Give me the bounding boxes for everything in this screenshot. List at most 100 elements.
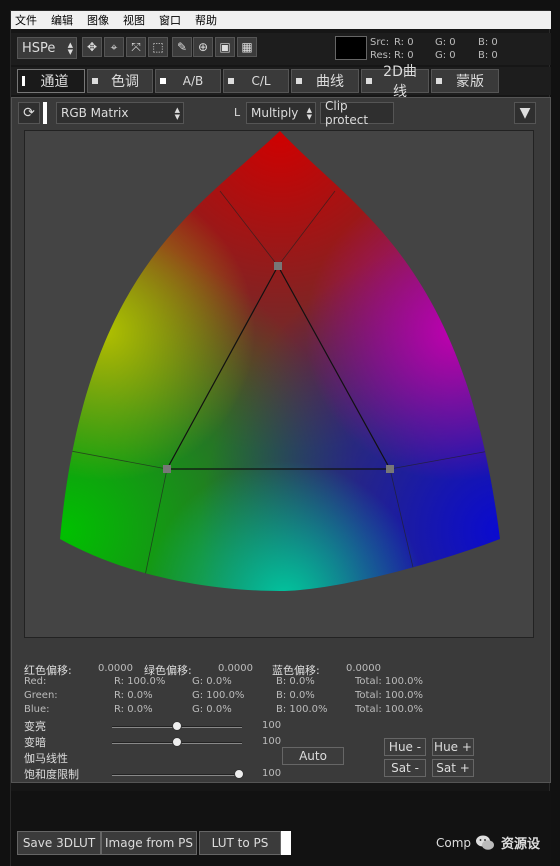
red-offset-value: 0.0000 bbox=[98, 663, 133, 674]
wechat-icon bbox=[476, 835, 495, 850]
expand-icon[interactable]: ⤧ bbox=[126, 37, 146, 57]
menu-window[interactable]: 窗口 bbox=[159, 12, 181, 28]
gamma-linear-label: 伽马线性 bbox=[24, 752, 68, 765]
darken-slider[interactable] bbox=[112, 737, 242, 747]
menu-help[interactable]: 帮助 bbox=[195, 12, 217, 28]
menu-edit[interactable]: 编辑 bbox=[51, 12, 73, 28]
brighten-label: 变亮 bbox=[24, 720, 46, 733]
watermark-brand: 资源设 bbox=[501, 837, 541, 852]
menu-image[interactable]: 图像 bbox=[87, 12, 109, 28]
tab-ab[interactable]: A/B bbox=[155, 69, 221, 93]
fit-icon[interactable]: ▣ bbox=[215, 37, 235, 57]
res-readout-label: Res: bbox=[370, 50, 392, 61]
color-swatch bbox=[335, 36, 367, 60]
green-handle[interactable] bbox=[163, 465, 171, 473]
sat-minus-button[interactable]: Sat - bbox=[384, 759, 426, 777]
image-from-ps-button[interactable]: Image from PS bbox=[101, 831, 197, 855]
dropdown-triangle-icon[interactable]: ▼ bbox=[514, 102, 536, 124]
spinner-icon: ▲ ▼ bbox=[306, 106, 312, 121]
matrix-row-name: Blue: bbox=[24, 704, 50, 715]
menu-file[interactable]: 文件 bbox=[15, 12, 37, 28]
spinner-icon: ▲ ▼ bbox=[67, 41, 73, 56]
active-indicator bbox=[43, 102, 47, 124]
matrix-select[interactable]: RGB Matrix ▲ ▼ bbox=[56, 102, 184, 124]
eyedropper-icon[interactable]: ✎ bbox=[172, 37, 192, 57]
matrix-cell: B: 0.0% bbox=[276, 676, 315, 687]
gamut-canvas[interactable] bbox=[24, 130, 534, 638]
sat-plus-button[interactable]: Sat + bbox=[432, 759, 474, 777]
brighten-slider[interactable] bbox=[112, 721, 242, 731]
tab-marker-icon bbox=[160, 78, 166, 84]
blue-handle[interactable] bbox=[386, 465, 394, 473]
matrix-total: Total: 100.0% bbox=[355, 704, 424, 715]
watermark-partial-text: Comp bbox=[436, 835, 472, 850]
tab-marker-icon bbox=[296, 78, 302, 84]
reset-icon[interactable]: ⟳ bbox=[18, 102, 40, 124]
blend-select-label: Multiply bbox=[251, 106, 299, 120]
matrix-cell: G: 0.0% bbox=[192, 676, 232, 687]
green-offset-value: 0.0000 bbox=[218, 663, 253, 674]
hue-minus-button[interactable]: Hue - bbox=[384, 738, 426, 756]
lut-to-ps-button[interactable]: LUT to PS bbox=[199, 831, 281, 855]
src-readout-label: Src: bbox=[370, 37, 390, 48]
menu-view[interactable]: 视图 bbox=[123, 12, 145, 28]
saturation-limit-label: 饱和度限制 bbox=[24, 768, 79, 781]
saturation-limit-value: 100 bbox=[262, 768, 282, 779]
move-icon[interactable]: ✥ bbox=[82, 37, 102, 57]
watermark: Comp 资源设 bbox=[436, 833, 540, 852]
zoom-icon[interactable]: ⊕ bbox=[193, 37, 213, 57]
menu-bar: 文件 编辑 图像 视图 窗口 帮助 bbox=[11, 11, 551, 29]
gamut-triangle-graphic bbox=[60, 131, 500, 591]
src-b: B: 0 bbox=[478, 37, 498, 48]
slider-track bbox=[112, 774, 242, 776]
hue-plus-button[interactable]: Hue + bbox=[432, 738, 474, 756]
blend-select[interactable]: Multiply ▲ ▼ bbox=[246, 102, 316, 124]
clip-protect-toggle[interactable]: Clip protect bbox=[320, 99, 394, 127]
save-3dlut-button[interactable]: Save 3DLUT bbox=[17, 831, 101, 855]
tab-marker-icon bbox=[228, 78, 234, 84]
matrix-total: Total: 100.0% bbox=[355, 676, 424, 687]
app-window: 文件 编辑 图像 视图 窗口 帮助 HSPe ▲ ▼ ✥ ⌖ ⤧ ⬚ ✎ ⊕ ▣ … bbox=[10, 10, 551, 866]
matrix-select-label: RGB Matrix bbox=[61, 106, 129, 120]
res-b: B: 0 bbox=[478, 50, 498, 61]
red-handle[interactable] bbox=[274, 262, 282, 270]
tab-cl[interactable]: C/L bbox=[223, 69, 289, 93]
res-g: G: 0 bbox=[435, 50, 456, 61]
tab-marker-icon bbox=[22, 76, 25, 86]
matrix-cell: R: 0.0% bbox=[114, 704, 153, 715]
matrix-row-name: Red: bbox=[24, 676, 47, 687]
spinner-icon: ▲ ▼ bbox=[174, 106, 180, 121]
res-r: R: 0 bbox=[394, 50, 414, 61]
matrix-cell: R: 0.0% bbox=[114, 690, 153, 701]
grid-icon[interactable]: ▦ bbox=[237, 37, 257, 57]
tab-2d-curves[interactable]: 2D曲线 bbox=[361, 64, 429, 100]
brighten-value: 100 bbox=[262, 720, 282, 731]
auto-button[interactable]: Auto bbox=[282, 747, 344, 765]
matrix-total: Total: 100.0% bbox=[355, 690, 424, 701]
tab-marker-icon bbox=[436, 78, 442, 84]
darken-label: 变暗 bbox=[24, 736, 46, 749]
tab-channel[interactable]: 通道 bbox=[17, 69, 85, 93]
tab-curves[interactable]: 曲线 bbox=[291, 69, 359, 93]
slider-knob[interactable] bbox=[234, 769, 245, 779]
slider-knob[interactable] bbox=[172, 721, 182, 731]
src-g: G: 0 bbox=[435, 37, 456, 48]
mode-label: HSPe bbox=[22, 40, 56, 56]
matrix-row-name: Green: bbox=[24, 690, 58, 701]
marquee-icon[interactable]: ⬚ bbox=[148, 37, 168, 57]
matrix-cell: B: 0.0% bbox=[276, 690, 315, 701]
matrix-cell: G: 100.0% bbox=[192, 690, 245, 701]
saturation-limit-slider[interactable] bbox=[112, 769, 245, 779]
tab-tone[interactable]: 色调 bbox=[87, 69, 153, 93]
main-panel: ⟳ RGB Matrix ▲ ▼ L Multiply ▲ ▼ Clip prote… bbox=[11, 97, 551, 783]
crosshair-icon[interactable]: ⌖ bbox=[104, 37, 124, 57]
matrix-cell: G: 0.0% bbox=[192, 704, 232, 715]
blue-offset-value: 0.0000 bbox=[346, 663, 381, 674]
matrix-cell: B: 100.0% bbox=[276, 704, 328, 715]
slider-knob[interactable] bbox=[172, 737, 182, 747]
tab-mask[interactable]: 蒙版 bbox=[431, 69, 499, 93]
mode-select[interactable]: HSPe ▲ ▼ bbox=[17, 37, 77, 59]
tab-marker-icon bbox=[92, 78, 98, 84]
clip-protect-label: Clip protect bbox=[325, 99, 369, 127]
darken-value: 100 bbox=[262, 736, 282, 747]
